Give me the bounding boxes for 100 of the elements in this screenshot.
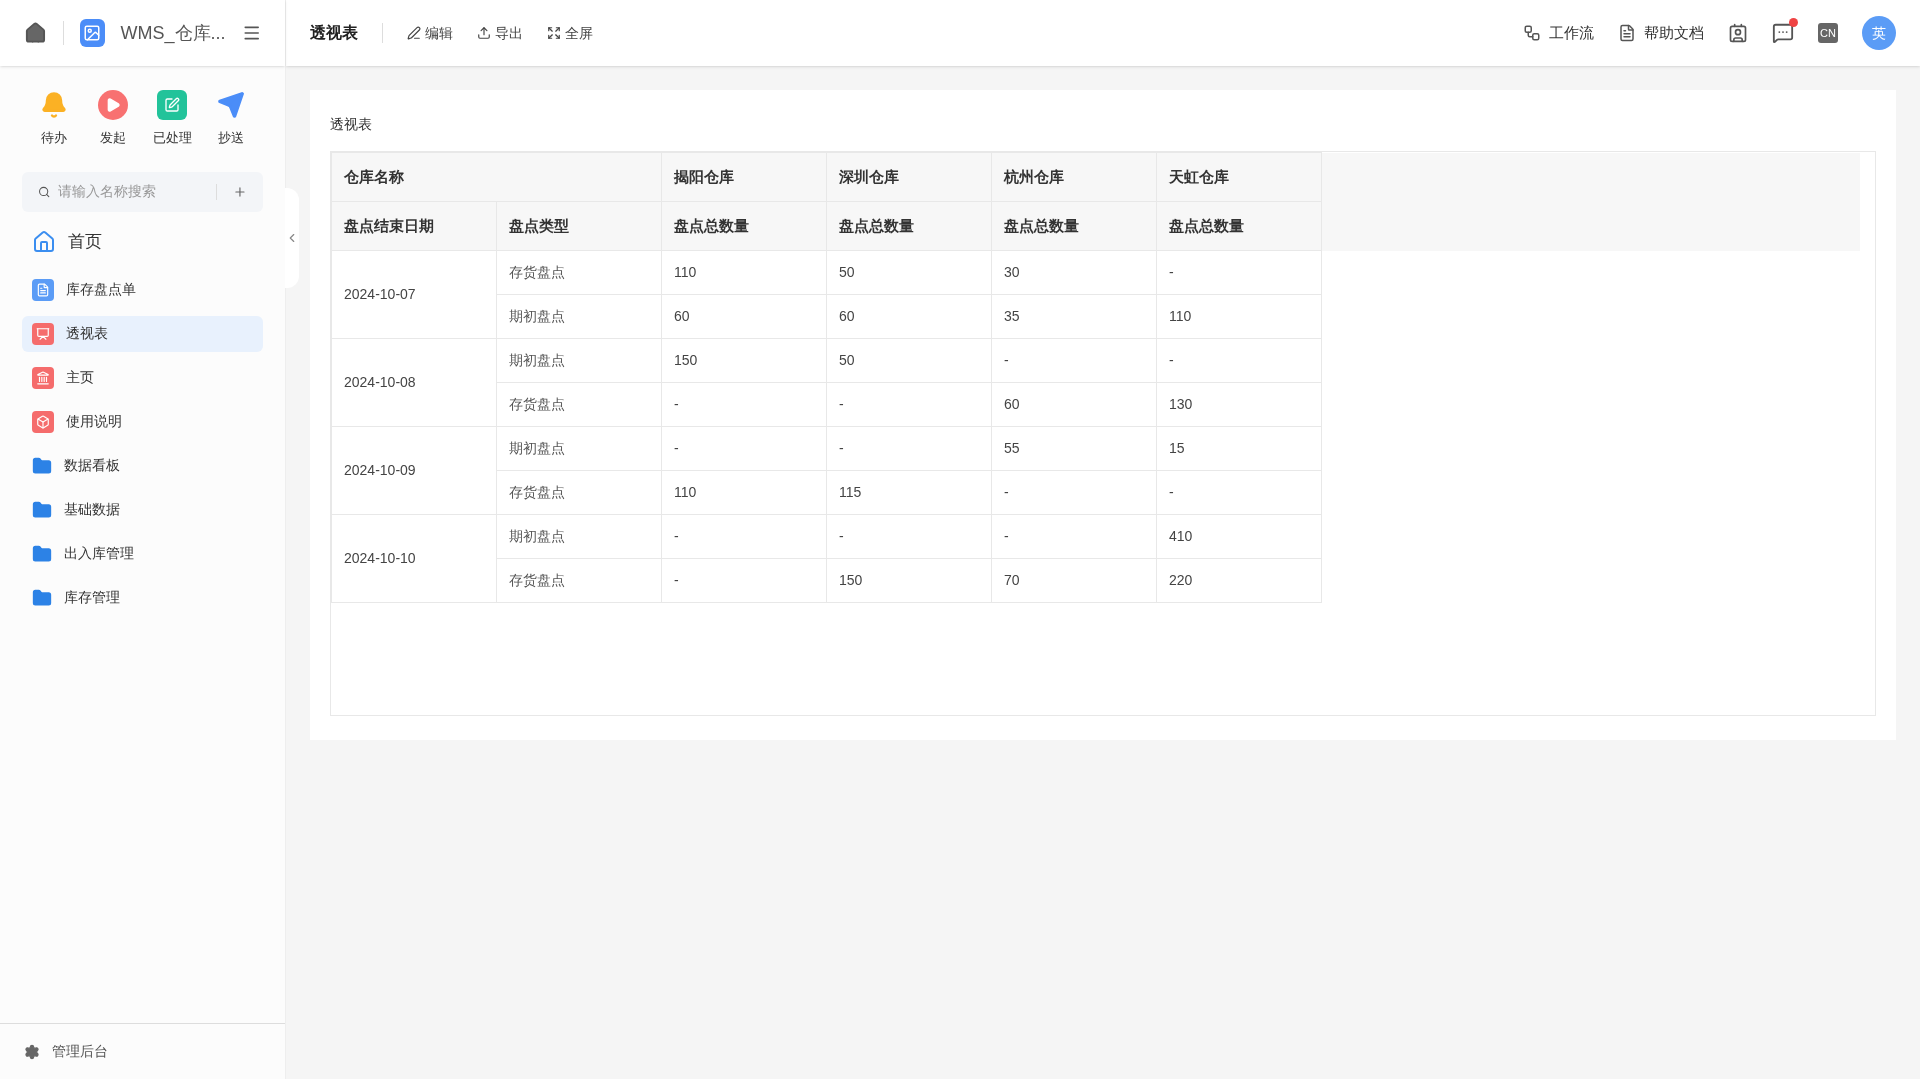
- table-cell: -: [826, 382, 992, 427]
- date-cell: 2024-10-09: [331, 426, 497, 515]
- table-cell: -: [826, 426, 992, 471]
- toolbar-button[interactable]: 导出: [477, 22, 523, 44]
- app-logo-icon: [79, 19, 105, 47]
- date-cell: 2024-10-10: [331, 514, 497, 603]
- toolbar-button[interactable]: 全屏: [547, 22, 593, 44]
- admin-link[interactable]: 管理后台: [52, 1041, 108, 1062]
- quick-action-button[interactable]: 待办: [25, 90, 82, 148]
- table-cell: 期初盘点: [496, 514, 662, 559]
- home-icon[interactable]: [24, 20, 47, 46]
- table-cell: -: [826, 514, 992, 559]
- nav-item[interactable]: 透视表: [22, 315, 263, 352]
- fullscreen-icon: [547, 26, 561, 40]
- contacts-icon[interactable]: [1728, 23, 1748, 43]
- header-cell: 杭州仓库: [991, 152, 1157, 202]
- table-cell: 期初盘点: [496, 426, 662, 471]
- table-cell: 15: [1156, 426, 1322, 471]
- folder-icon: [32, 587, 52, 608]
- table-cell: 存货盘点: [496, 382, 662, 427]
- quick-action-button[interactable]: 已处理: [144, 90, 201, 148]
- nav-item[interactable]: 库存管理: [22, 579, 263, 616]
- table-cell: 115: [826, 470, 992, 515]
- header-link[interactable]: 工作流: [1523, 21, 1594, 45]
- quick-action-button[interactable]: 抄送: [203, 90, 260, 148]
- nav-item[interactable]: 库存盘点单: [22, 271, 263, 308]
- table-cell: 150: [661, 338, 827, 383]
- document-icon: [32, 278, 54, 301]
- table-cell: -: [661, 426, 827, 471]
- table-cell: 存货盘点: [496, 470, 662, 515]
- table-cell: -: [661, 382, 827, 427]
- settings-icon: [24, 1043, 40, 1060]
- table-cell: 50: [826, 250, 992, 295]
- search-input[interactable]: 请输入名称搜索: [58, 181, 209, 202]
- table-cell: 50: [826, 338, 992, 383]
- table-cell: -: [991, 338, 1157, 383]
- table-cell: 存货盘点: [496, 558, 662, 603]
- header-cell: 盘点总数量: [661, 201, 827, 251]
- page-title: 透视表: [310, 23, 358, 43]
- header-cell: 天虹仓库: [1156, 152, 1322, 202]
- table-cell: 55: [991, 426, 1157, 471]
- date-cell: 2024-10-08: [331, 338, 497, 427]
- table-cell: 220: [1156, 558, 1322, 603]
- table-cell: 期初盘点: [496, 338, 662, 383]
- table-cell: 60: [826, 294, 992, 339]
- header-cell: 盘点类型: [496, 201, 662, 251]
- table-cell: 30: [991, 250, 1157, 295]
- panel-title: 透视表: [330, 115, 373, 134]
- table-cell: -: [1156, 250, 1322, 295]
- header-link[interactable]: 帮助文档: [1618, 21, 1704, 45]
- table-cell: -: [1156, 338, 1322, 383]
- header-cell: 盘点总数量: [826, 201, 992, 251]
- table-cell: 60: [661, 294, 827, 339]
- document-icon: [1618, 24, 1636, 42]
- table-cell: -: [991, 470, 1157, 515]
- folder-icon: [32, 499, 52, 520]
- header-cell: 盘点总数量: [1156, 201, 1322, 251]
- search-field[interactable]: 请输入名称搜索: [22, 171, 263, 212]
- header-cell: 盘点总数量: [991, 201, 1157, 251]
- home-icon: [32, 229, 56, 254]
- table-cell: -: [661, 558, 827, 603]
- nav-item[interactable]: 出入库管理: [22, 535, 263, 572]
- quick-action-button[interactable]: 发起: [84, 90, 141, 148]
- language-button[interactable]: CN: [1818, 23, 1838, 43]
- table-cell: -: [991, 514, 1157, 559]
- upload-icon: [477, 26, 491, 40]
- nav-item[interactable]: 使用说明: [22, 403, 263, 440]
- table-cell: -: [1156, 470, 1322, 515]
- table-cell: 110: [1156, 294, 1322, 339]
- play-icon: [97, 90, 128, 120]
- date-cell: 2024-10-07: [331, 250, 497, 339]
- folder-icon: [32, 455, 52, 476]
- table-cell: 150: [826, 558, 992, 603]
- edit-icon: [157, 90, 188, 120]
- toolbar-button[interactable]: 编辑: [407, 22, 453, 44]
- nav-item[interactable]: 首页: [22, 219, 263, 264]
- header-cell: 仓库名称: [331, 152, 662, 202]
- bank-icon: [32, 366, 54, 389]
- table-cell: 110: [661, 470, 827, 515]
- nav-item[interactable]: 数据看板: [22, 447, 263, 484]
- table-cell: 存货盘点: [496, 250, 662, 295]
- message-icon[interactable]: [1772, 22, 1794, 44]
- workflow-icon: [1523, 24, 1541, 42]
- table-cell: 35: [991, 294, 1157, 339]
- folder-icon: [32, 543, 52, 564]
- table-cell: 130: [1156, 382, 1322, 427]
- nav-item[interactable]: 基础数据: [22, 491, 263, 528]
- table-cell: 60: [991, 382, 1157, 427]
- header-cell: 盘点结束日期: [331, 201, 497, 251]
- edit-icon: [407, 26, 421, 40]
- table-cell: 70: [991, 558, 1157, 603]
- send-icon: [216, 90, 247, 120]
- table-cell: 期初盘点: [496, 294, 662, 339]
- chart-icon: [32, 322, 54, 345]
- app-title[interactable]: WMS_仓库...: [120, 19, 226, 47]
- box-icon: [32, 410, 54, 433]
- nav-item[interactable]: 主页: [22, 359, 263, 396]
- header-cell: 揭阳仓库: [661, 152, 827, 202]
- table-cell: 110: [661, 250, 827, 295]
- collapse-handle[interactable]: [285, 188, 299, 288]
